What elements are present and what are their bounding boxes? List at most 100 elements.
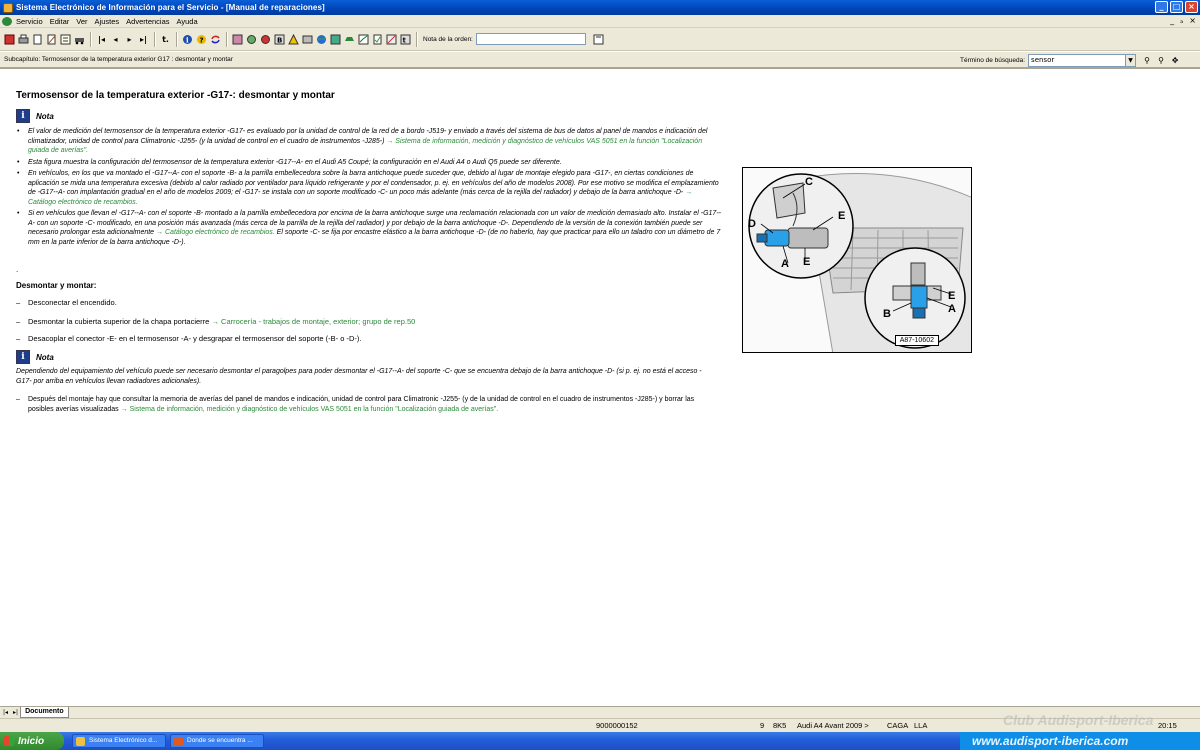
taskbar-item[interactable]: Sistema Electrónico d... xyxy=(72,734,166,748)
menu-ayuda[interactable]: Ayuda xyxy=(177,17,198,26)
mdi-restore-button[interactable]: ₐ xyxy=(1180,16,1183,25)
document-list-icon[interactable] xyxy=(59,32,72,46)
previous-page-icon[interactable]: ◂ xyxy=(109,32,122,46)
link[interactable]: → Catálogo electrónico de recambios. xyxy=(156,229,275,236)
info-icon: i xyxy=(16,350,30,364)
search-icon[interactable]: ⚲ xyxy=(1142,55,1152,66)
figure-label-a: A xyxy=(948,303,956,315)
vehicle-model: Audi A4 Avant 2009 > xyxy=(797,721,869,730)
taskbar: Inicio Sistema Electrónico d... Donde se… xyxy=(0,712,1200,750)
bullet-text: Esta figura muestra la configuración del… xyxy=(28,158,562,166)
toolbar-separator xyxy=(226,31,228,47)
globe-icon[interactable] xyxy=(315,32,328,46)
page-number: 9 xyxy=(760,721,765,730)
step-item: Desacoplar el conector -E- en el termose… xyxy=(16,334,716,344)
link[interactable]: → Carrocería - trabajos de montaje, exte… xyxy=(211,317,415,326)
edit-icon[interactable] xyxy=(45,32,58,46)
taskbar-item-label: Donde se encuentra ... xyxy=(187,737,253,744)
mdi-close-button[interactable]: × xyxy=(1189,16,1196,25)
document-icon[interactable] xyxy=(2,16,12,26)
menu-ajustes[interactable]: Ajustes xyxy=(95,17,120,26)
figure-label-e: E xyxy=(948,290,956,302)
help-icon[interactable]: ? xyxy=(195,32,208,46)
toolbar-separator xyxy=(416,31,418,47)
doc-number: 9000000152 xyxy=(596,721,638,730)
note-header: i Nota xyxy=(16,109,54,123)
menu-servicio[interactable]: Servicio xyxy=(16,17,43,26)
tab-prev-icon[interactable]: |◂ xyxy=(3,709,8,716)
vehicle-icon[interactable] xyxy=(73,32,86,46)
window-title: Sistema Electrónico de Información para … xyxy=(16,3,325,12)
note-label: Nota xyxy=(36,111,54,121)
up-level-icon[interactable]: t. xyxy=(159,32,172,46)
start-label: Inicio xyxy=(18,735,45,747)
expand-icon[interactable]: ✥ xyxy=(1170,55,1180,66)
chevron-down-icon[interactable]: ▼ xyxy=(1126,54,1137,67)
new-document-icon[interactable] xyxy=(31,32,44,46)
list-item: En vehículos, en los que va montado el -… xyxy=(16,169,721,207)
model-code: 8K5 xyxy=(773,721,787,730)
start-button[interactable]: Inicio xyxy=(0,732,64,750)
last-page-icon[interactable]: ▸| xyxy=(137,32,150,46)
menu-editar[interactable]: Editar xyxy=(50,17,70,26)
note-bullet-list: El valor de medición del termosensor de … xyxy=(16,127,721,249)
figure-label-c: C xyxy=(805,176,813,188)
next-page-icon[interactable]: ▸ xyxy=(123,32,136,46)
tab-next-icon[interactable]: ▸| xyxy=(13,709,18,716)
sensor-illustration xyxy=(743,168,971,352)
step-text: Desmontar la cubierta superior de la cha… xyxy=(28,317,210,326)
tool-3-icon[interactable] xyxy=(259,32,272,46)
bullet-text: En vehículos, en los que va montado el -… xyxy=(28,170,719,196)
tool-1-icon[interactable] xyxy=(231,32,244,46)
tool-12-icon[interactable] xyxy=(385,32,398,46)
warning-icon[interactable] xyxy=(287,32,300,46)
title-bar: Sistema Electrónico de Información para … xyxy=(0,0,1200,15)
step-item: Desmontar la cubierta superior de la cha… xyxy=(16,317,716,327)
service-icon[interactable] xyxy=(3,32,16,46)
step-item: Después del montaje hay que consultar la… xyxy=(16,395,716,414)
menu-ver[interactable]: Ver xyxy=(76,17,87,26)
taskbar-item[interactable]: Donde se encuentra ... xyxy=(170,734,264,748)
svg-text:i: i xyxy=(186,35,189,44)
tab-documento[interactable]: Documento xyxy=(20,707,69,718)
search-next-icon[interactable]: ⚲ xyxy=(1156,55,1166,66)
figure-caption: A87-10602 xyxy=(894,335,939,346)
close-button[interactable]: × xyxy=(1185,1,1198,13)
car-icon[interactable] xyxy=(343,32,356,46)
tool-13-icon[interactable]: t xyxy=(399,32,412,46)
toolbar-separator xyxy=(90,31,92,47)
link[interactable]: → Sistema de información, medición y dia… xyxy=(121,406,499,413)
page-title: Termosensor de la temperatura exterior -… xyxy=(16,90,335,101)
watermark-club: Club Audisport-Iberica xyxy=(1003,712,1154,728)
figure-label-e: E xyxy=(838,210,846,222)
minimize-button[interactable]: _ xyxy=(1155,1,1168,13)
step-text: Desacoplar el conector -E- en el termose… xyxy=(28,334,362,343)
figure-label-a: A xyxy=(781,258,789,270)
tool-2-icon[interactable] xyxy=(245,32,258,46)
toolbar-separator xyxy=(154,31,156,47)
region-code: LLA xyxy=(914,721,928,730)
engine-code: CAGA xyxy=(887,721,909,730)
tool-10-icon[interactable] xyxy=(357,32,370,46)
list-item: Si en vehículos que llevan el -G17--A- c… xyxy=(16,209,721,247)
first-page-icon[interactable]: |◂ xyxy=(95,32,108,46)
order-note-input[interactable] xyxy=(475,33,586,45)
refresh-icon[interactable] xyxy=(209,32,222,46)
tool-4-icon[interactable]: B xyxy=(273,32,286,46)
tool-8-icon[interactable] xyxy=(329,32,342,46)
menu-advertencias[interactable]: Advertencias xyxy=(126,17,169,26)
svg-text:?: ? xyxy=(200,36,204,44)
tool-11-icon[interactable] xyxy=(371,32,384,46)
search-input[interactable]: sensor xyxy=(1028,54,1127,67)
mdi-minimize-button[interactable]: _ xyxy=(1170,16,1174,25)
save-note-icon[interactable] xyxy=(592,32,605,46)
print-icon[interactable] xyxy=(17,32,30,46)
tool-6-icon[interactable] xyxy=(301,32,314,46)
search-label: Término de búsqueda: xyxy=(960,57,1026,64)
subchapter-text: Subcapítulo: Termosensor de la temperatu… xyxy=(4,56,233,63)
info-icon[interactable]: i xyxy=(181,32,194,46)
subchapter-bar: Subcapítulo: Termosensor de la temperatu… xyxy=(0,52,1200,69)
figure[interactable]: C D E A E E B A A87-10602 xyxy=(742,167,972,353)
maximize-button[interactable]: □ xyxy=(1170,1,1183,13)
taskbar-item-label: Sistema Electrónico d... xyxy=(89,737,158,744)
